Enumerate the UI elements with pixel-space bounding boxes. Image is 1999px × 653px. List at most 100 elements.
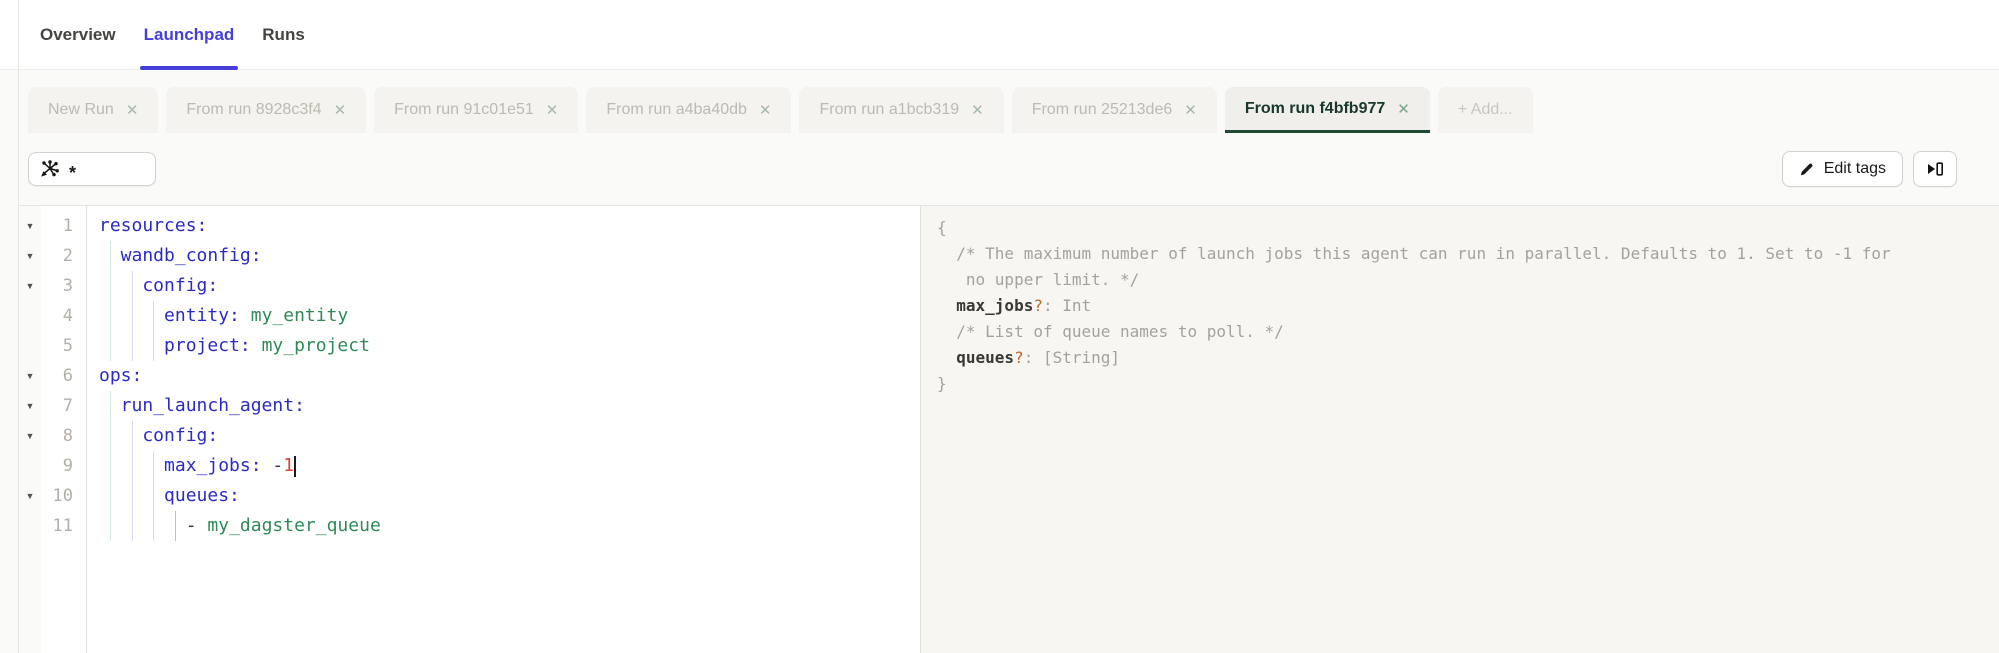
gutter-row: ▼ 6 — [19, 361, 86, 391]
run-tab-label: From run f4bfb977 — [1244, 99, 1386, 117]
code-line[interactable]: entity: my_entity — [87, 301, 920, 331]
nav-tab-runs[interactable]: Runs — [260, 0, 307, 69]
code-line[interactable]: resources: — [87, 211, 920, 241]
code-token: config: — [99, 425, 219, 446]
schema-text: no upper limit. */ — [937, 270, 1140, 289]
line-number: 8 — [62, 426, 73, 446]
fold-arrow-icon[interactable]: ▼ — [19, 281, 41, 291]
gutter-row: ▼ 10 — [19, 481, 86, 511]
close-tab-icon[interactable]: ✕ — [1397, 100, 1410, 118]
schema-text: [String] — [1042, 348, 1121, 367]
nav-tab-launchpad[interactable]: Launchpad — [139, 0, 239, 70]
indent-guide — [109, 301, 111, 331]
run-tab[interactable]: From run 25213de6 ✕ — [1011, 87, 1217, 133]
schema-line: queues?: [String] — [937, 345, 1999, 371]
code-line[interactable]: ops: — [87, 361, 920, 391]
code-line[interactable]: run_launch_agent: — [87, 391, 920, 421]
open-second-pane-button[interactable] — [1913, 151, 1957, 187]
fold-arrow-icon[interactable]: ▼ — [19, 401, 41, 411]
fold-arrow-icon[interactable]: ▼ — [19, 491, 41, 501]
code-line[interactable]: queues: — [87, 481, 920, 511]
code-token: - — [185, 515, 197, 536]
nav-tab-label: Overview — [40, 24, 116, 44]
code-token: max_jobs: — [99, 455, 262, 476]
gutter-row: ▼ 1 — [19, 211, 86, 241]
gutter-row: ▼ 2 — [19, 241, 86, 271]
code-token: my_entity — [250, 305, 349, 326]
run-tab-strip: New Run ✕ From run 8928c3f4 ✕ From run 91c01… — [0, 70, 1999, 133]
active-tab-underline — [139, 66, 239, 70]
gutter-row: 9 — [19, 451, 86, 481]
schema-text: /* List of queue names to poll. */ — [937, 322, 1284, 341]
close-tab-icon[interactable]: ✕ — [1184, 101, 1197, 119]
schema-line: /* List of queue names to poll. */ — [937, 319, 1999, 345]
editor-code-area[interactable]: resources: wandb_config: config: entity:… — [87, 206, 920, 653]
schema-text: Int — [1062, 296, 1092, 315]
edit-tags-label: Edit tags — [1823, 160, 1886, 177]
code-line[interactable]: - my_dagster_queue — [87, 511, 920, 541]
indent-guide — [131, 421, 133, 451]
editor-gutter: ▼ 1 ▼ 2 ▼ 3 4 5 ▼ 6 ▼ 7 ▼ 8 9 ▼ 10 11 — [19, 206, 87, 653]
edit-tags-button[interactable]: Edit tags — [1781, 151, 1903, 187]
close-tab-icon[interactable]: ✕ — [546, 101, 559, 119]
fold-arrow-icon[interactable]: ▼ — [19, 371, 41, 381]
schema-text: { — [937, 218, 947, 237]
gutter-row: ▼ 3 — [19, 271, 86, 301]
run-tab[interactable]: From run a1bcb319 ✕ — [799, 87, 1004, 133]
gutter-row: ▼ 8 — [19, 421, 86, 451]
code-token: config: — [99, 275, 219, 296]
schema-text — [937, 296, 956, 315]
fold-arrow-icon[interactable]: ▼ — [19, 431, 41, 441]
run-tab[interactable]: From run f4bfb977 ✕ — [1224, 87, 1430, 133]
line-number: 5 — [62, 336, 73, 356]
close-tab-icon[interactable]: ✕ — [759, 101, 772, 119]
schema-line: /* The maximum number of launch jobs thi… — [937, 241, 1999, 267]
fold-arrow-icon[interactable]: ▼ — [19, 251, 41, 261]
run-tab[interactable]: From run 91c01e51 ✕ — [374, 87, 579, 133]
code-token: project: — [99, 335, 251, 356]
gutter-row: 4 — [19, 301, 86, 331]
launchpad-page: Overview Launchpad Runs New Run ✕ From run 8… — [0, 0, 1999, 653]
run-tab-label: From run 8928c3f4 — [186, 101, 322, 118]
pencil-icon — [1799, 161, 1815, 177]
schema-text: ? — [1014, 348, 1024, 367]
schema-text: : — [1023, 348, 1043, 367]
close-tab-icon[interactable]: ✕ — [334, 101, 347, 119]
indent-guide — [131, 481, 133, 511]
op-selector-input[interactable]: * — [28, 152, 156, 186]
code-line[interactable]: config: — [87, 421, 920, 451]
left-pane-divider — [18, 0, 19, 653]
schema-line: { — [937, 215, 1999, 241]
launchpad-toolbar: * Edit tags — [0, 133, 1999, 205]
line-number: 6 — [62, 366, 73, 386]
code-line[interactable]: wandb_config: — [87, 241, 920, 271]
close-tab-icon[interactable]: ✕ — [971, 101, 984, 119]
run-tab[interactable]: New Run ✕ — [28, 87, 159, 133]
line-number: 4 — [62, 306, 73, 326]
indent-guide — [109, 271, 111, 301]
indent-guide — [131, 451, 133, 481]
launchpad-split-view: ▼ 1 ▼ 2 ▼ 3 4 5 ▼ 6 ▼ 7 ▼ 8 9 ▼ 10 11 resources: wandb_co… — [19, 205, 1999, 653]
line-number: 11 — [52, 516, 73, 536]
run-tab-label: From run a4ba40db — [606, 101, 747, 118]
code-token: run_launch_agent: — [99, 395, 305, 416]
run-tab[interactable]: From run a4ba40db ✕ — [586, 87, 792, 133]
code-token: ops: — [99, 365, 143, 386]
run-tab[interactable]: From run 8928c3f4 ✕ — [166, 87, 367, 133]
indent-guide — [153, 451, 155, 481]
nav-tab-overview[interactable]: Overview — [38, 0, 118, 69]
indent-guide — [153, 301, 155, 331]
indent-guide — [174, 511, 176, 541]
code-line[interactable]: project: my_project — [87, 331, 920, 361]
close-tab-icon[interactable]: ✕ — [126, 101, 139, 119]
config-editor[interactable]: ▼ 1 ▼ 2 ▼ 3 4 5 ▼ 6 ▼ 7 ▼ 8 9 ▼ 10 11 resources: wandb_co… — [19, 206, 920, 653]
code-line[interactable]: max_jobs: -1 — [87, 451, 920, 481]
line-number: 10 — [52, 486, 73, 506]
code-line[interactable]: config: — [87, 271, 920, 301]
add-run-tab-button[interactable]: + Add... — [1437, 87, 1533, 133]
text-cursor — [294, 455, 297, 477]
fold-arrow-icon[interactable]: ▼ — [19, 221, 41, 231]
indent-guide — [153, 331, 155, 361]
